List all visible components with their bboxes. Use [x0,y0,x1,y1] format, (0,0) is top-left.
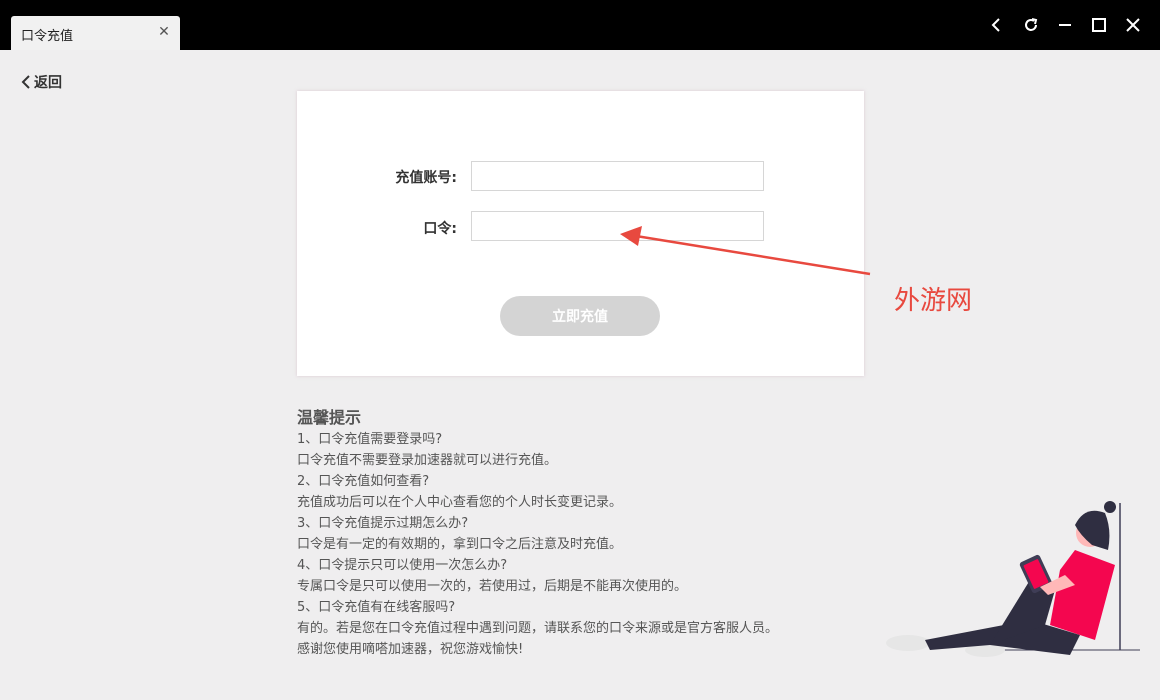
tip-line: 口令充值不需要登录加速器就可以进行充值。 [297,453,558,468]
tip-line: 1、口令充值需要登录吗? [297,432,443,447]
tips-title: 温馨提示 [297,408,362,427]
watermark-text: 外游网 [894,286,973,316]
tips-list: 1、口令充值需要登录吗? 口令充值不需要登录加速器就可以进行充值。 2、口令充值… [297,429,897,660]
tip-line: 3、口令充值提示过期怎么办? [297,516,469,531]
tip-line: 有的。若是您在口令充值过程中遇到问题，请联系您的口令来源或是官方客服人员。 [297,621,779,636]
tip-line: 4、口令提示只可以使用一次怎么办? [297,558,508,573]
tip-line: 专属口令是只可以使用一次的，若使用过，后期是不能再次使用的。 [297,579,688,594]
tip-line: 5、口令充值有在线客服吗? [297,600,456,615]
woman-with-phone-illustration [886,501,1140,657]
tip-line: 2、口令充值如何查看? [297,474,430,489]
tip-line: 充值成功后可以在个人中心查看您的个人时长变更记录。 [297,495,623,510]
tips-section: 温馨提示 1、口令充值需要登录吗? 口令充值不需要登录加速器就可以进行充值。 2… [297,407,897,660]
tip-line: 口令是有一定的有效期的，拿到口令之后注意及时充值。 [297,537,623,552]
tip-line: 感谢您使用嘀嗒加速器，祝您游戏愉快! [297,642,524,657]
